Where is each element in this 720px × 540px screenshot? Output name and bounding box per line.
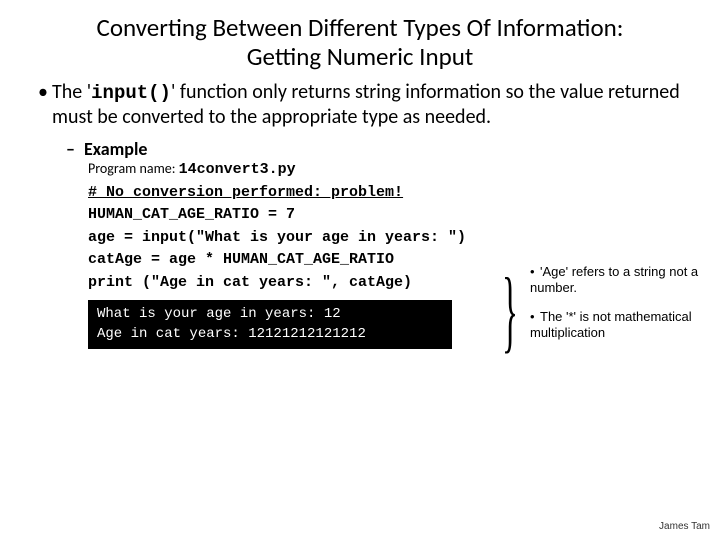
title-line2: Getting Numeric Input: [247, 41, 473, 72]
main-bullet-text: The 'input()' function only returns stri…: [52, 80, 686, 131]
dash-icon: –: [66, 138, 84, 160]
program-label: Program name:: [88, 160, 179, 177]
annot2: •The '*' is not mathematical multiplicat…: [530, 309, 710, 342]
slide: Converting Between Different Types Of In…: [0, 0, 720, 540]
terminal-l2: Age in cat years: 12121212121212: [97, 325, 443, 345]
code-l2: HUMAN_CAT_AGE_RATIO = 7: [88, 204, 528, 227]
annotation-group: •'Age' refers to a string not a number. …: [530, 264, 710, 341]
code-l3: age = input("What is your age in years: …: [88, 227, 528, 250]
bullet-dot-icon: •: [530, 264, 540, 280]
terminal-output: What is your age in years: 12 Age in cat…: [88, 300, 452, 349]
slide-title: Converting Between Different Types Of In…: [0, 0, 720, 78]
annot1: •'Age' refers to a string not a number.: [530, 264, 710, 297]
code-l1: # No conversion performed: problem!: [88, 182, 528, 205]
bullet-dot-icon: •: [530, 309, 540, 325]
annot2-text: The '*' is not mathematical multiplicati…: [530, 309, 692, 340]
program-line: Program name: 14convert3.py: [88, 160, 686, 180]
input-code: input(): [91, 82, 171, 104]
terminal-l1: What is your age in years: 12: [97, 305, 443, 325]
title-line1: Converting Between Different Types Of In…: [97, 12, 624, 43]
example-label: Example: [84, 138, 147, 160]
code-l4: catAge = age * HUMAN_CAT_AGE_RATIO: [88, 249, 528, 272]
main-bullet: • The 'input()' function only returns st…: [34, 80, 686, 131]
example-heading: – Example: [66, 138, 686, 160]
program-name: 14convert3.py: [179, 161, 296, 178]
curly-brace-icon: }: [502, 265, 518, 358]
code-block: # No conversion performed: problem! HUMA…: [88, 182, 528, 295]
footer-author: James Tam: [659, 521, 710, 532]
main-bullet-pre: The ': [52, 80, 91, 104]
annot1-text: 'Age' refers to a string not a number.: [530, 264, 698, 295]
code-l5: print ("Age in cat years: ", catAge): [88, 272, 528, 295]
bullet-dot-icon: •: [34, 80, 52, 105]
